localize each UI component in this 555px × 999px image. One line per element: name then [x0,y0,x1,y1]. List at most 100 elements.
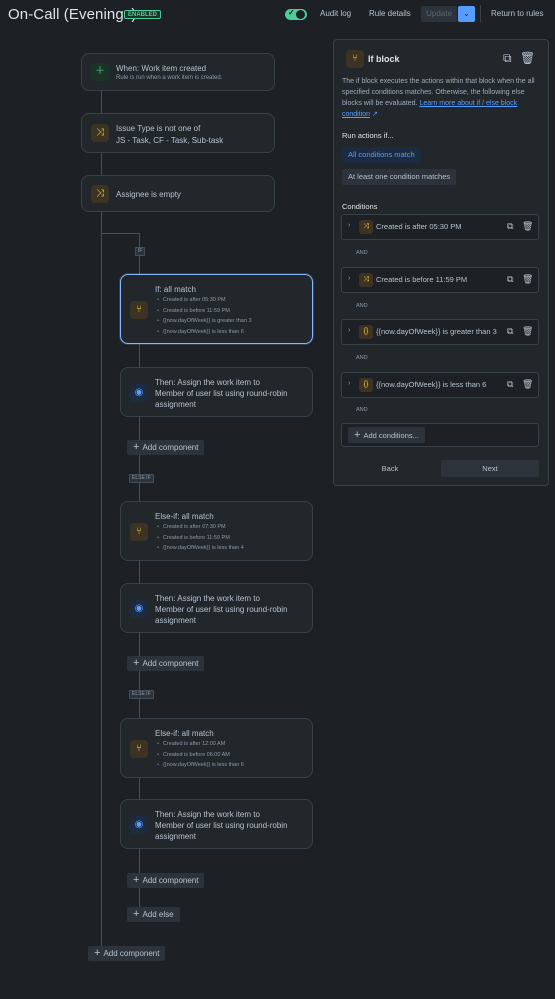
else-if-tag: ELSE IF [129,474,154,483]
trigger-subtitle: Rule is run when a work item is created. [116,75,223,81]
condition-bullet: {{now.dayOfWeek}} is less than 6 [157,327,252,338]
condition-bullet: {{now.dayOfWeek}} is less than 6 [157,760,244,771]
add-conditions-label: Add conditions... [363,431,419,440]
action-card-assign-1[interactable]: ◉ Then: Assign the work item to Member o… [120,367,313,417]
add-component-label: Add component [103,949,160,958]
option-any-condition[interactable]: At least one condition matches [342,169,457,185]
return-to-rules-button[interactable]: Return to rules [491,6,543,22]
update-button[interactable]: Update [421,6,457,22]
trash-icon[interactable]: 🗑 [522,379,533,390]
condition-title: Assignee is empty [116,190,181,199]
else-if-block-card[interactable]: ⑂ Else-if: all match Created is after 12… [120,718,313,778]
else-if-block-card[interactable]: ⑂ Else-if: all match Created is after 07… [120,501,313,561]
audit-log-button[interactable]: Audit log [320,6,351,22]
add-component-button[interactable]: + Add component [127,656,205,671]
condition-bullet: Created is before 06:00 AM [157,750,244,761]
add-component-button[interactable]: + Add component [127,873,205,888]
shuffle-icon: ⤨ [359,273,373,287]
chevron-right-icon[interactable]: › [348,222,350,229]
condition-bullet: {{now.dayOfWeek}} is less than 4 [157,543,244,554]
branch-icon: ⑂ [130,301,148,319]
and-label: AND [356,407,368,413]
shuffle-icon: ⤨ [91,185,109,203]
action-card-assign-3[interactable]: ◉ Then: Assign the work item to Member o… [120,799,313,849]
action-line: Member of user list using round-robin [155,821,288,830]
branch-connector [101,233,139,234]
next-button[interactable]: Next [441,460,539,477]
action-title: Then: Assign the work item to [155,594,260,603]
plus-icon: + [94,947,101,959]
add-component-label: Add component [142,443,199,452]
duplicate-icon[interactable]: ⧉ [507,326,513,337]
chevron-right-icon[interactable]: › [348,380,350,387]
if-tag: IF [135,247,146,256]
condition-card-assignee[interactable]: ⤨ Assignee is empty [81,175,275,212]
add-component-main-button[interactable]: + Add component [88,946,166,961]
action-line: assignment [155,616,196,625]
panel-description: The if block executes the actions within… [342,76,542,120]
condition-bullet: {{now.dayOfWeek}} is greater than 3 [157,316,252,327]
trash-icon[interactable]: 🗑 [522,221,533,232]
add-component-button[interactable]: + Add component [127,440,205,455]
condition-bullet: Created is before 11:59 PM [157,306,252,317]
user-icon: ◉ [130,384,148,402]
action-title: Then: Assign the work item to [155,810,260,819]
shuffle-icon: ⤨ [359,220,373,234]
if-block-title: If: all match [155,285,196,294]
duplicate-icon[interactable]: ⧉ [507,379,513,390]
plus-icon: + [133,441,140,453]
condition-card-issue-type[interactable]: ⤨ Issue Type is not one of JS - Task, CF… [81,113,275,153]
action-line: assignment [155,400,196,409]
condition-text: {{now.dayOfWeek}} is greater than 3 [376,327,497,336]
rule-enabled-toggle[interactable]: ✓ [285,8,307,20]
rule-details-button[interactable]: Rule details [369,6,411,22]
header-divider [480,5,481,22]
main-connector [101,91,102,948]
update-dropdown-button[interactable]: ⌄ [458,6,475,22]
condition-text: {{now.dayOfWeek}} is less than 6 [376,380,487,389]
else-if-title: Else-if: all match [155,512,214,521]
duplicate-icon[interactable]: ⧉ [507,221,513,232]
else-if-title: Else-if: all match [155,729,214,738]
plus-icon: + [133,657,140,669]
option-all-conditions[interactable]: All conditions match [342,147,421,163]
condition-bullet: Created is after 12:00 AM [157,739,244,750]
add-conditions-button[interactable]: + Add conditions... [348,427,425,443]
else-if-tag: ELSE IF [129,690,154,699]
add-component-label: Add component [142,659,199,668]
add-else-label: Add else [142,910,174,919]
chevron-right-icon[interactable]: › [348,327,350,334]
trash-icon[interactable]: 🗑 [522,326,533,337]
duplicate-icon[interactable]: ⧉ [507,274,513,285]
shuffle-icon: ⤨ [91,124,109,142]
trash-icon[interactable]: 🗑 [520,51,535,65]
back-button[interactable]: Back [342,460,438,477]
trash-icon[interactable]: 🗑 [522,274,533,285]
braces-icon: {} [359,325,373,339]
external-link-icon: ↗ [371,111,378,118]
branch-icon: ⑂ [130,740,148,758]
conditions-label: Conditions [342,202,378,211]
action-card-assign-2[interactable]: ◉ Then: Assign the work item to Member o… [120,583,313,633]
branch-icon: ⑂ [346,50,364,68]
and-label: AND [356,355,368,361]
trigger-card[interactable]: ＋ When: Work item created Rule is run wh… [81,53,275,91]
panel-condition-row[interactable]: › ⤨ Created is before 11:59 PM ⧉ 🗑 [341,267,539,293]
plus-icon: + [133,874,140,886]
status-badge: ENABLED [124,10,162,19]
check-icon: ✓ [288,8,295,17]
add-else-button[interactable]: + Add else [127,907,180,922]
duplicate-icon[interactable]: ⧉ [503,51,512,66]
user-icon: ◉ [130,600,148,618]
plus-icon: + [354,429,361,441]
action-title: Then: Assign the work item to [155,378,260,387]
panel-condition-row[interactable]: › {} {{now.dayOfWeek}} is greater than 3… [341,319,539,345]
if-block-card[interactable]: ⑂ If: all match Created is after 05:30 P… [120,274,313,344]
toggle-knob [296,10,305,19]
action-line: Member of user list using round-robin [155,389,288,398]
panel-condition-row[interactable]: › ⤨ Created is after 05:30 PM ⧉ 🗑 [341,214,539,240]
user-icon: ◉ [130,816,148,834]
chevron-right-icon[interactable]: › [348,275,350,282]
panel-title: If block [368,54,400,64]
panel-condition-row[interactable]: › {} {{now.dayOfWeek}} is less than 6 ⧉ … [341,372,539,398]
